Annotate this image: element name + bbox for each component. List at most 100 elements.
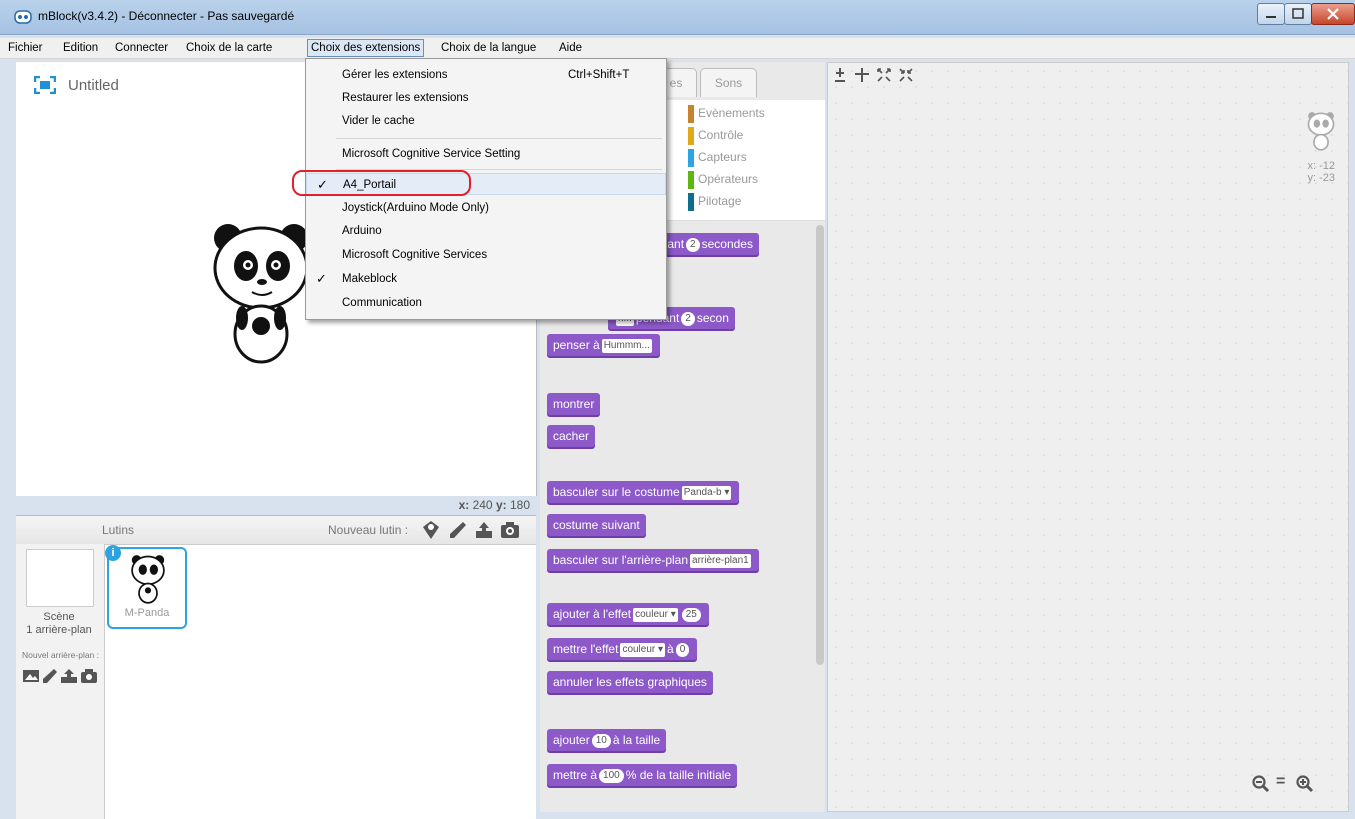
duplicate-icon[interactable] (832, 67, 848, 83)
palette-scrollbar[interactable] (816, 225, 824, 665)
block-text: secondes (701, 237, 753, 251)
block-basculer-arriere-plan[interactable]: basculer sur l'arrière-plan arrière-plan1 (547, 549, 759, 571)
block-ajouter-taille[interactable]: ajouter 10 à la taille (547, 729, 667, 751)
block-cacher[interactable]: cacher (547, 425, 596, 447)
shrink-icon[interactable] (898, 67, 914, 83)
sprite-panel-header: Lutins Nouveau lutin : (16, 516, 536, 545)
category-operateurs[interactable]: Opérateurs (688, 171, 758, 189)
block-mettre-taille[interactable]: mettre à 100% de la taille initiale (547, 764, 738, 786)
zoom-out-icon[interactable] (1252, 775, 1270, 793)
dd-label: Vider le cache (342, 115, 415, 127)
dd-joystick[interactable]: Joystick(Arduino Mode Only) (306, 197, 666, 219)
dd-arduino[interactable]: Arduino (306, 220, 666, 242)
category-controle[interactable]: Contrôle (688, 127, 743, 145)
block-number-input[interactable]: 2 (681, 311, 695, 326)
block-text: ajouter à l'effet (553, 607, 632, 621)
zoom-reset-button[interactable]: = (1276, 773, 1285, 791)
dd-cognitive-services[interactable]: Microsoft Cognitive Services (306, 244, 666, 266)
delete-icon[interactable] (854, 67, 870, 83)
scene-thumbnail[interactable] (26, 549, 94, 607)
block-number-input[interactable]: 25 (681, 607, 701, 622)
sprite-library-icon[interactable] (421, 520, 441, 540)
paint-sprite-icon[interactable] (448, 520, 468, 540)
block-ajouter-effet[interactable]: ajouter à l'effet couleur ▾ 25 (547, 603, 709, 625)
block-text: mettre à (553, 768, 598, 782)
block-text: à la taille (612, 733, 661, 747)
block-basculer-costume[interactable]: basculer sur le costume Panda-b ▾ (547, 481, 740, 503)
fullscreen-icon[interactable] (34, 76, 56, 94)
paint-backdrop-icon[interactable] (42, 668, 58, 684)
dd-vider-cache[interactable]: Vider le cache (306, 110, 666, 132)
block-number-input[interactable]: 2 (686, 237, 700, 252)
block-penser[interactable]: penser à Hummm... (547, 334, 660, 356)
block-mettre-effet[interactable]: mettre l'effet couleur ▾ à 0 (547, 638, 698, 660)
category-label: Opérateurs (698, 172, 759, 187)
block-text: secon (696, 311, 729, 325)
block-number-input[interactable]: 10 (591, 733, 611, 748)
block-annuler-effets[interactable]: annuler les effets graphiques (547, 671, 713, 693)
block-montrer[interactable]: montrer (547, 393, 601, 415)
grow-icon[interactable] (876, 67, 892, 83)
block-text: % de la taille initiale (625, 768, 732, 782)
dd-cognitive-setting[interactable]: Microsoft Cognitive Service Setting (306, 143, 666, 165)
mouse-coordinates: x: 240 y: 180 (330, 498, 530, 512)
new-sprite-label: Nouveau lutin : (328, 523, 409, 537)
upload-sprite-icon[interactable] (474, 520, 494, 540)
minimize-button[interactable] (1257, 3, 1285, 25)
sprites-label: Lutins (102, 523, 135, 537)
panda-sprite[interactable] (206, 218, 316, 368)
camera-sprite-icon[interactable] (500, 521, 520, 539)
costume-dropdown[interactable]: Panda-b ▾ (681, 485, 732, 500)
category-label: Capteurs (698, 150, 747, 165)
block-number-input[interactable]: 100 (599, 768, 624, 783)
backdrop-dropdown[interactable]: arrière-plan1 (690, 553, 751, 568)
effect-dropdown[interactable]: couleur ▾ (620, 642, 666, 657)
menu-connecter[interactable]: Connecter (112, 40, 171, 56)
block-text: basculer sur le costume (553, 485, 680, 499)
dd-separator (336, 138, 662, 139)
sprite-info-button[interactable]: i (105, 545, 121, 561)
menu-choix-extensions[interactable]: Choix des extensions (307, 39, 425, 57)
category-swatch (688, 127, 694, 145)
sprite-thumbnail-m-panda[interactable]: M-Panda (107, 547, 187, 629)
maximize-button[interactable] (1284, 3, 1312, 25)
mblock-app-icon (14, 10, 32, 24)
effect-dropdown[interactable]: couleur ▾ (633, 607, 678, 622)
sprite-position: x: -12 y: -23 (1285, 160, 1335, 184)
maximize-icon (1292, 8, 1304, 19)
block-text: penser à (553, 338, 600, 352)
menu-choix-carte[interactable]: Choix de la carte (183, 40, 275, 56)
close-button[interactable] (1311, 3, 1355, 25)
menu-fichier[interactable]: Fichier (5, 40, 46, 56)
scene-column: Scène 1 arrière-plan Nouvel arrière-plan… (16, 544, 105, 819)
block-number-input[interactable]: 0 (675, 642, 690, 657)
category-capteurs[interactable]: Capteurs (688, 149, 747, 167)
script-area[interactable] (827, 62, 1349, 812)
category-pilotage[interactable]: Pilotage (688, 193, 741, 211)
block-text-input[interactable]: Hummm... (601, 338, 652, 353)
dd-label: Gérer les extensions (342, 69, 448, 81)
sprite-panel: Lutins Nouveau lutin : Scène 1 arrière-p… (16, 515, 536, 819)
camera-backdrop-icon[interactable] (80, 668, 98, 684)
dd-gerer-extensions[interactable]: Gérer les extensions Ctrl+Shift+T (306, 64, 666, 86)
menu-aide[interactable]: Aide (556, 40, 585, 56)
project-name: Untitled (68, 77, 119, 94)
menu-edition[interactable]: Edition (60, 40, 101, 56)
title-bar: mBlock(v3.4.2) - Déconnecter - Pas sauve… (0, 0, 1355, 35)
block-costume-suivant[interactable]: costume suivant (547, 514, 646, 536)
zoom-in-icon[interactable] (1296, 775, 1314, 793)
x-label: x: (458, 498, 470, 512)
category-swatch (688, 171, 694, 189)
dd-label: Arduino (342, 225, 382, 237)
dd-restaurer-extensions[interactable]: Restaurer les extensions (306, 87, 666, 109)
dd-makeblock[interactable]: ✓ Makeblock (306, 268, 666, 290)
dd-communication[interactable]: Communication (306, 292, 666, 314)
backdrop-library-icon[interactable] (22, 668, 40, 684)
tab-sons[interactable]: Sons (700, 68, 757, 97)
category-evenements[interactable]: Evènements (688, 105, 765, 123)
block-text: mettre l'effet (553, 642, 619, 656)
dd-label: Communication (342, 297, 422, 309)
y-value: 180 (509, 498, 530, 512)
menu-choix-langue[interactable]: Choix de la langue (438, 40, 539, 56)
upload-backdrop-icon[interactable] (60, 668, 78, 684)
